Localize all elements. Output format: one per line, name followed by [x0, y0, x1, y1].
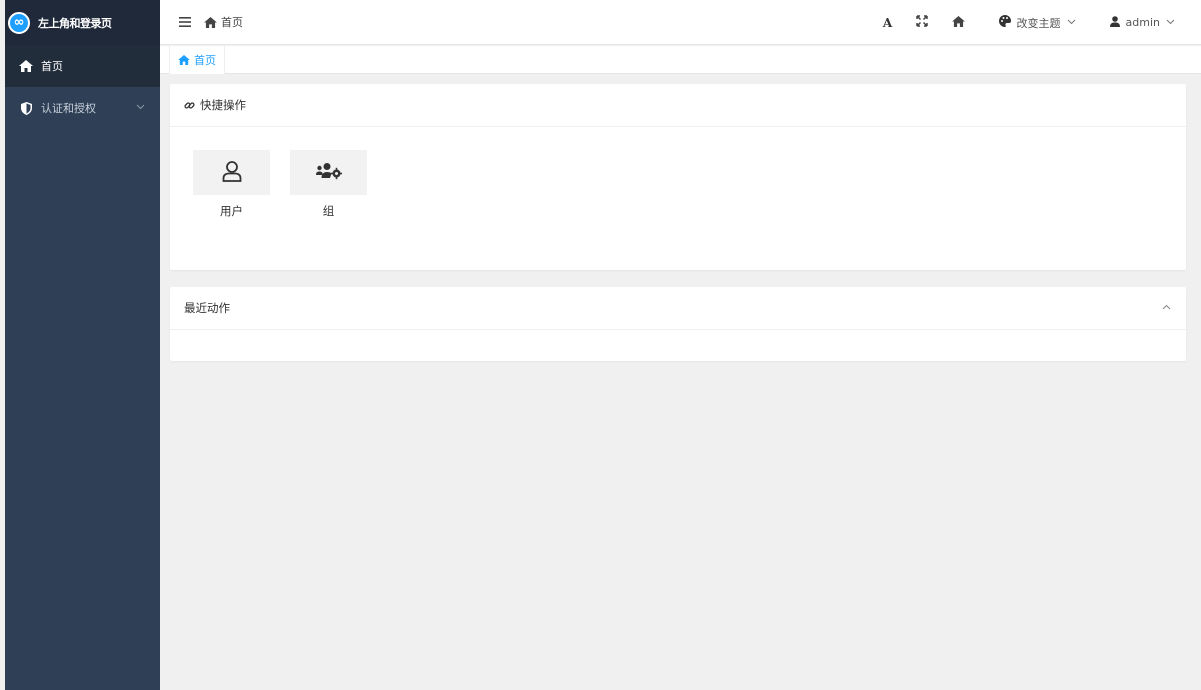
chevron-up-icon[interactable]	[1160, 301, 1172, 313]
tab-label: 首页	[194, 54, 216, 67]
fullscreen-icon	[915, 15, 928, 30]
card-title: 最近动作	[184, 301, 230, 315]
quick-actions-card: 快捷操作 用户 组	[170, 84, 1186, 270]
card-header: 最近动作	[170, 287, 1186, 330]
chevron-down-icon	[136, 103, 146, 113]
app-title: 左上角和登录页	[38, 16, 112, 30]
user-name: admin	[1125, 16, 1160, 29]
header-actions: A 改变主题 admin	[872, 0, 1201, 45]
quick-action-tile	[290, 150, 367, 195]
fullscreen-button[interactable]	[904, 0, 940, 45]
breadcrumb-label: 首页	[221, 16, 243, 29]
card-header: 快捷操作	[170, 84, 1186, 127]
chevron-down-icon	[1166, 18, 1175, 28]
palette-icon	[998, 15, 1011, 30]
app-logo[interactable]: ∞ 左上角和登录页	[5, 0, 160, 45]
tab-bar: 首页	[160, 46, 1201, 74]
sidebar-item-label: 认证和授权	[41, 102, 96, 115]
top-header: 首页 A 改变主题 admin	[160, 0, 1201, 45]
shield-icon	[19, 101, 33, 115]
sidebar: ∞ 左上角和登录页 首页 认证和授权	[5, 0, 160, 690]
users-cog-icon	[315, 162, 342, 183]
quick-action-label: 组	[322, 204, 335, 218]
theme-label: 改变主题	[1016, 16, 1061, 30]
font-size-button[interactable]: A	[872, 0, 904, 45]
home-icon	[19, 59, 33, 73]
quick-action-tile	[193, 150, 270, 195]
recent-actions-card: 最近动作	[170, 287, 1186, 361]
home-icon	[204, 16, 217, 28]
breadcrumb[interactable]: 首页	[204, 14, 243, 30]
chevron-down-icon	[1067, 18, 1076, 28]
user-menu[interactable]: admin	[1098, 0, 1187, 45]
sidebar-item-home[interactable]: 首页	[5, 45, 160, 87]
menu-icon[interactable]	[178, 15, 192, 29]
logo-icon: ∞	[8, 11, 30, 34]
quick-action-groups[interactable]: 组	[290, 150, 367, 219]
user-icon	[1109, 15, 1120, 30]
home-icon	[951, 15, 965, 30]
home-button[interactable]	[940, 0, 977, 45]
quick-action-label: 用户	[220, 204, 243, 218]
quick-action-users[interactable]: 用户	[193, 150, 270, 219]
change-theme-menu[interactable]: 改变主题	[987, 0, 1088, 45]
user-icon	[222, 160, 242, 185]
sidebar-item-auth[interactable]: 认证和授权	[5, 87, 160, 129]
tab-home[interactable]: 首页	[169, 46, 225, 74]
home-icon	[178, 55, 190, 65]
sidebar-item-label: 首页	[41, 60, 63, 73]
link-icon	[184, 100, 195, 111]
card-title: 快捷操作	[200, 98, 246, 112]
